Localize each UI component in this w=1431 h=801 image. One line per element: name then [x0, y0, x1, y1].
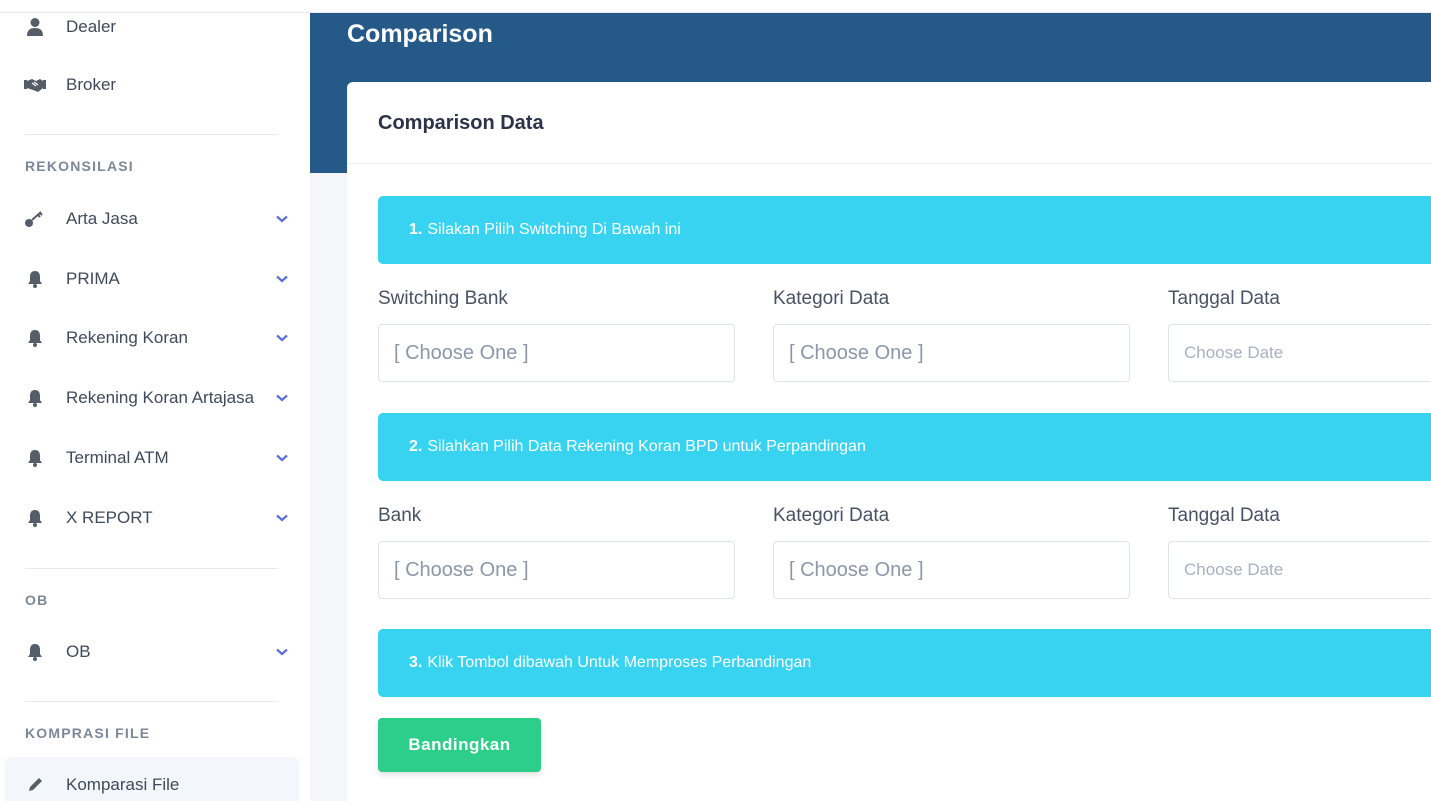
sidebar: Dealer Broker REKONSILASI Arta Jasa PRIM… [0, 13, 310, 801]
sidebar-item-label: Komparasi File [66, 775, 180, 794]
sidebar-item-arta-jasa[interactable]: Arta Jasa [24, 199, 290, 239]
card-header: Comparison Data [347, 82, 1431, 164]
step-1-banner: 1. Silakan Pilih Switching Di Bawah ini [378, 196, 1431, 264]
bell-icon [24, 641, 46, 663]
step-number: 1. [409, 221, 423, 238]
sidebar-item-rekening-koran[interactable]: Rekening Koran [24, 318, 290, 358]
step-2-banner: 2. Silahkan Pilih Data Rekening Koran BP… [378, 413, 1431, 481]
sidebar-divider [25, 701, 278, 702]
sidebar-item-label: X REPORT [66, 508, 153, 527]
sidebar-heading-rekonsilasi: REKONSILASI [25, 158, 134, 174]
sidebar-item-ob[interactable]: OB [24, 632, 290, 672]
chevron-down-icon [274, 211, 290, 227]
sidebar-item-label: Broker [66, 75, 117, 94]
key-icon [24, 208, 46, 230]
step-text: Klik Tombol dibawah Untuk Memproses Perb… [427, 654, 812, 671]
sidebar-item-label: Terminal ATM [66, 448, 169, 467]
chevron-down-icon [274, 644, 290, 660]
step-text: Silahkan Pilih Data Rekening Koran BPD u… [427, 438, 866, 455]
bank-label: Bank [378, 505, 422, 526]
sidebar-item-label: Rekening Koran [66, 328, 188, 347]
user-icon [24, 16, 46, 38]
step-number: 2. [409, 438, 423, 455]
tanggal-data-label: Tanggal Data [1168, 288, 1280, 309]
pen-icon [24, 774, 46, 796]
step-3-banner: 3. Klik Tombol dibawah Untuk Memproses P… [378, 629, 1431, 697]
sidebar-divider [25, 568, 278, 569]
sidebar-item-terminal-atm[interactable]: Terminal ATM [24, 438, 290, 478]
sidebar-heading-ob: OB [25, 592, 49, 608]
bank-select[interactable]: [ Choose One ] [378, 541, 735, 599]
tanggal-data-label: Tanggal Data [1168, 505, 1280, 526]
bell-icon [24, 447, 46, 469]
tanggal-data-input[interactable]: Choose Date [1168, 324, 1431, 382]
chevron-down-icon [274, 330, 290, 346]
bell-icon [24, 268, 46, 290]
sidebar-item-label: PRIMA [66, 269, 120, 288]
bandingkan-button[interactable]: Bandingkan [378, 718, 541, 772]
sidebar-item-x-report[interactable]: X REPORT [24, 498, 290, 538]
switching-bank-select[interactable]: [ Choose One ] [378, 324, 735, 382]
page-title: Comparison [347, 20, 493, 48]
bell-icon [24, 327, 46, 349]
handshake-icon [24, 74, 46, 96]
chevron-down-icon [274, 271, 290, 287]
card-title: Comparison Data [378, 112, 544, 134]
chevron-down-icon [274, 450, 290, 466]
sidebar-item-label: Rekening Koran Artajasa [66, 388, 255, 407]
switching-bank-label: Switching Bank [378, 288, 508, 309]
sidebar-item-dealer[interactable]: Dealer [24, 13, 290, 47]
sidebar-item-rekening-koran-artajasa[interactable]: Rekening Koran Artajasa [24, 378, 290, 418]
chevron-down-icon [274, 510, 290, 526]
bell-icon [24, 507, 46, 529]
chevron-down-icon [274, 390, 290, 406]
sidebar-item-prima[interactable]: PRIMA [24, 259, 290, 299]
browser-top-strip [0, 0, 1431, 13]
sidebar-item-broker[interactable]: Broker [24, 65, 290, 105]
sidebar-item-label: OB [66, 642, 91, 661]
step-number: 3. [409, 654, 423, 671]
bell-icon [24, 387, 46, 409]
sidebar-divider [25, 134, 278, 135]
step-text: Silakan Pilih Switching Di Bawah ini [427, 221, 681, 238]
kategori-data-label: Kategori Data [773, 288, 890, 309]
comparison-card: Comparison Data 1. Silakan Pilih Switchi… [347, 82, 1431, 801]
kategori-data-select[interactable]: [ Choose One ] [773, 541, 1130, 599]
kategori-data-select[interactable]: [ Choose One ] [773, 324, 1130, 382]
kategori-data-label: Kategori Data [773, 505, 890, 526]
sidebar-item-label: Dealer [66, 17, 117, 36]
tanggal-data-input[interactable]: Choose Date [1168, 541, 1431, 599]
sidebar-item-komparasi-file[interactable]: Komparasi File [24, 765, 290, 801]
sidebar-heading-komprasi-file: KOMPRASI FILE [25, 725, 151, 741]
sidebar-item-label: Arta Jasa [66, 209, 138, 228]
